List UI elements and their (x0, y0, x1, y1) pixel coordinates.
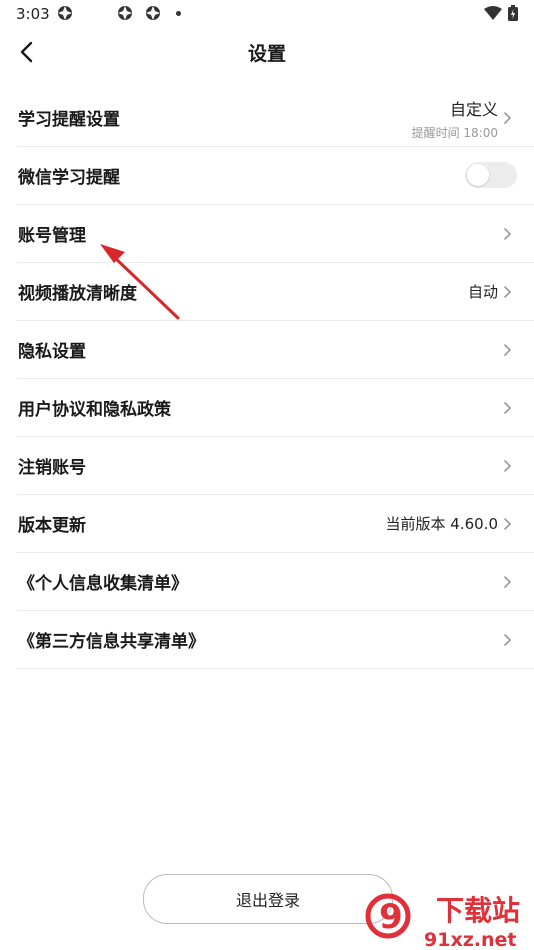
site-watermark-logo: 9 下载站 91xz.net (365, 893, 520, 950)
settings-row-privacy[interactable]: 隐私设置 (17, 321, 534, 379)
settings-row-third-party-sharing-list[interactable]: 《第三方信息共享清单》 (17, 611, 534, 669)
app-header: 设置 (0, 28, 534, 76)
chevron-right-icon (504, 401, 511, 414)
status-bar: 3:03 (0, 0, 534, 28)
chevron-right-icon (504, 517, 511, 530)
watermark-brand-text: 下载站 (436, 894, 520, 927)
settings-row-label: 微信学习提醒 (18, 168, 120, 188)
app-notification-icon-2 (118, 6, 132, 20)
settings-row-video-quality[interactable]: 视频播放清晰度 自动 (17, 263, 534, 321)
settings-row-label: 版本更新 (18, 516, 86, 536)
video-quality-value: 自动 (467, 283, 498, 301)
chevron-right-icon (504, 459, 511, 472)
status-time: 3:03 (16, 5, 50, 23)
settings-row-version-update[interactable]: 版本更新 当前版本 4.60.0 (17, 495, 534, 553)
chevron-right-icon (504, 285, 511, 298)
wechat-reminder-toggle[interactable] (465, 162, 517, 188)
reminder-value: 自定义 提醒时间 18:00 (412, 96, 498, 141)
notification-icons (56, 4, 181, 22)
page-title: 设置 (247, 43, 286, 65)
chevron-right-icon (504, 575, 511, 588)
chevron-right-icon (504, 633, 511, 646)
settings-row-label: 账号管理 (18, 226, 86, 246)
system-icons (484, 5, 518, 21)
settings-row-wechat-reminder: 微信学习提醒 (17, 147, 534, 205)
settings-row-user-agreement[interactable]: 用户协议和隐私政策 (17, 379, 534, 437)
settings-list: 学习提醒设置 自定义 提醒时间 18:00 微信学习提醒 账号管理 视频播放清晰… (17, 89, 534, 669)
toggle-knob (467, 164, 489, 186)
more-notifications-dot (176, 10, 181, 16)
watermark-domain-text: 91xz.net (424, 929, 516, 950)
wifi-icon (484, 6, 502, 20)
current-version-value: 当前版本 4.60.0 (385, 515, 498, 533)
chevron-right-icon (504, 112, 511, 124)
settings-row-label: 学习提醒设置 (18, 110, 120, 130)
settings-row-study-reminder[interactable]: 学习提醒设置 自定义 提醒时间 18:00 (17, 89, 534, 147)
reminder-mode: 自定义 (449, 100, 498, 119)
settings-row-label: 《第三方信息共享清单》 (18, 632, 205, 652)
battery-icon (508, 5, 518, 21)
watermark-logo-text: 9 (379, 897, 403, 937)
settings-row-label: 视频播放清晰度 (18, 284, 137, 304)
settings-row-account-management[interactable]: 账号管理 (17, 205, 534, 263)
settings-row-label: 注销账号 (18, 458, 86, 478)
chevron-right-icon (504, 343, 511, 356)
settings-row-label: 隐私设置 (18, 342, 86, 362)
logout-button[interactable]: 退出登录 (143, 874, 393, 924)
app-notification-icon (58, 6, 72, 20)
settings-row-label: 用户协议和隐私政策 (18, 400, 171, 420)
reminder-time: 提醒时间 18:00 (411, 126, 498, 140)
settings-row-delete-account[interactable]: 注销账号 (17, 437, 534, 495)
app-notification-icon-3 (146, 6, 160, 20)
chevron-right-icon (504, 227, 511, 240)
settings-row-label: 《个人信息收集清单》 (18, 574, 188, 594)
settings-row-personal-info-list[interactable]: 《个人信息收集清单》 (17, 553, 534, 611)
